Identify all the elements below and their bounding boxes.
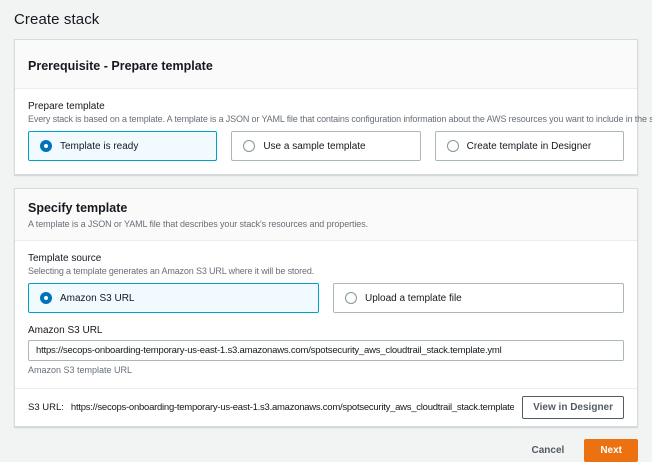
prerequisite-card-header: Prerequisite - Prepare template xyxy=(15,40,637,89)
prerequisite-card-title: Prerequisite - Prepare template xyxy=(28,59,624,73)
specify-template-card-body: Template source Selecting a template gen… xyxy=(15,241,637,388)
radio-unselected-icon xyxy=(447,140,459,152)
specify-template-card-header: Specify template A template is a JSON or… xyxy=(15,189,637,241)
prepare-template-options: Template is ready Use a sample template … xyxy=(28,131,624,161)
radio-tile-label: Template is ready xyxy=(60,141,138,152)
prerequisite-card-body: Prepare template Every stack is based on… xyxy=(15,89,637,174)
s3-url-footer-value: https://secops-onboarding-temporary-us-e… xyxy=(71,402,514,413)
radio-tile-label: Upload a template file xyxy=(365,293,462,304)
radio-tile-label: Use a sample template xyxy=(263,141,365,152)
radio-tile-use-sample-template[interactable]: Use a sample template xyxy=(231,131,420,161)
template-source-description: Selecting a template generates an Amazon… xyxy=(28,266,624,276)
radio-tile-label: Amazon S3 URL xyxy=(60,293,134,304)
specify-template-card-title: Specify template xyxy=(28,201,624,215)
view-in-designer-button[interactable]: View in Designer xyxy=(522,396,624,419)
radio-tile-create-in-designer[interactable]: Create template in Designer xyxy=(435,131,624,161)
radio-tile-upload-template-file[interactable]: Upload a template file xyxy=(333,283,624,313)
radio-tile-template-is-ready[interactable]: Template is ready xyxy=(28,131,217,161)
prepare-template-description: Every stack is based on a template. A te… xyxy=(28,114,624,124)
radio-tile-label: Create template in Designer xyxy=(467,141,592,152)
amazon-s3-url-label: Amazon S3 URL xyxy=(28,325,624,336)
page-title: Create stack xyxy=(14,0,638,39)
prerequisite-card: Prerequisite - Prepare template Prepare … xyxy=(14,39,638,175)
radio-unselected-icon xyxy=(345,292,357,304)
create-stack-page: Create stack Prerequisite - Prepare temp… xyxy=(0,0,652,462)
amazon-s3-url-input[interactable] xyxy=(28,340,624,361)
amazon-s3-url-hint: Amazon S3 template URL xyxy=(28,365,624,375)
specify-template-card-description: A template is a JSON or YAML file that d… xyxy=(28,219,624,229)
wizard-actions: Cancel Next xyxy=(14,427,638,462)
specify-template-card-footer: S3 URL: https://secops-onboarding-tempor… xyxy=(15,388,637,426)
radio-selected-icon xyxy=(40,292,52,304)
radio-tile-amazon-s3-url[interactable]: Amazon S3 URL xyxy=(28,283,319,313)
radio-unselected-icon xyxy=(243,140,255,152)
specify-template-card: Specify template A template is a JSON or… xyxy=(14,188,638,427)
template-source-options: Amazon S3 URL Upload a template file xyxy=(28,283,624,313)
template-source-label: Template source xyxy=(28,253,624,264)
prepare-template-label: Prepare template xyxy=(28,101,624,112)
radio-selected-icon xyxy=(40,140,52,152)
s3-url-footer-label: S3 URL: xyxy=(28,402,64,413)
